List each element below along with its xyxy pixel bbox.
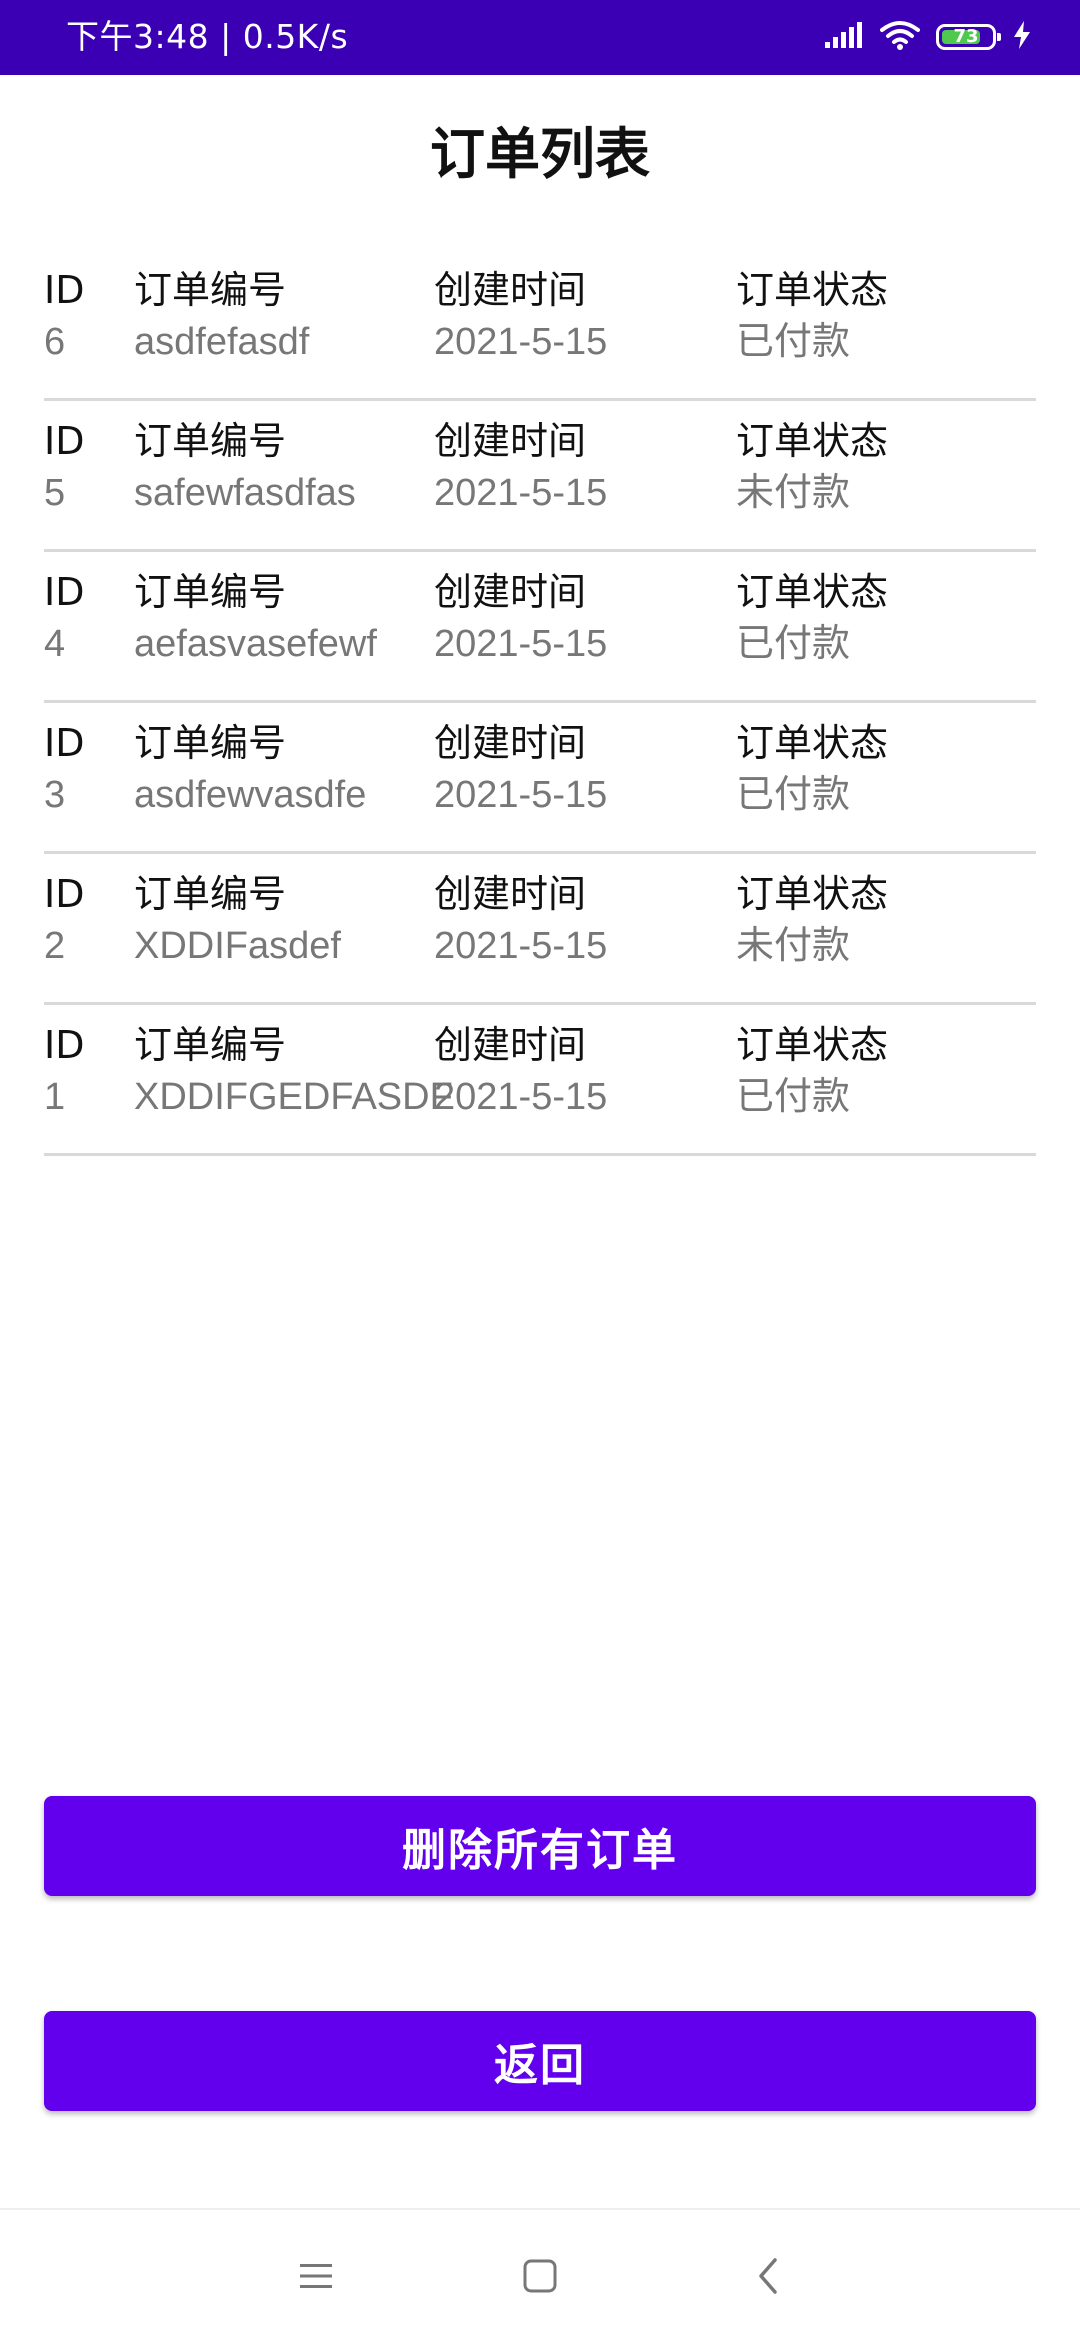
status-label: 订单状态 bbox=[736, 1023, 889, 1067]
battery-icon: 73 bbox=[936, 24, 1001, 50]
id-label: ID bbox=[44, 721, 85, 765]
order-no-cell: 订单编号 safewfasdfas bbox=[134, 415, 356, 519]
created-time-value: 2021-5-15 bbox=[434, 774, 608, 816]
id-label: ID bbox=[44, 268, 85, 312]
charging-icon bbox=[1012, 20, 1032, 54]
id-cell: ID 5 bbox=[44, 415, 84, 519]
created-time-label: 创建时间 bbox=[434, 721, 587, 765]
status-value: 未付款 bbox=[736, 925, 851, 967]
status-cell: 订单状态 未付款 bbox=[736, 415, 888, 519]
id-label: ID bbox=[44, 419, 85, 463]
created-time-value: 2021-5-15 bbox=[434, 321, 608, 363]
status-time-speed: 下午3:48 | 0.5K/s bbox=[66, 17, 349, 56]
status-icons: 73 bbox=[824, 14, 1032, 60]
created-time-value: 2021-5-15 bbox=[434, 472, 608, 514]
created-time-value: 2021-5-15 bbox=[434, 623, 608, 665]
created-time-cell: 创建时间 2021-5-15 bbox=[434, 264, 607, 368]
order-row-2[interactable]: ID 2 订单编号 XDDIFasdef 创建时间 2021-5-15 订单状态… bbox=[44, 856, 1036, 1005]
created-time-cell: 创建时间 2021-5-15 bbox=[434, 717, 607, 821]
status-bar: 下午3:48 | 0.5K/s 73 bbox=[0, 0, 1080, 75]
created-time-cell: 创建时间 2021-5-15 bbox=[434, 566, 607, 670]
status-value: 已付款 bbox=[736, 774, 851, 816]
navigation-bar bbox=[0, 2208, 1080, 2340]
home-icon[interactable] bbox=[510, 2246, 570, 2306]
order-no-label: 订单编号 bbox=[134, 419, 287, 463]
id-cell: ID 2 bbox=[44, 868, 84, 972]
id-value: 6 bbox=[44, 321, 66, 363]
back-button[interactable]: 返回 bbox=[44, 2011, 1036, 2111]
order-no-value: safewfasdfas bbox=[134, 472, 356, 514]
created-time-label: 创建时间 bbox=[434, 570, 587, 614]
signal-icon bbox=[824, 21, 864, 53]
id-value: 5 bbox=[44, 472, 66, 514]
order-no-value: asdfefasdf bbox=[134, 321, 310, 363]
menu-icon[interactable] bbox=[286, 2246, 346, 2306]
created-time-label: 创建时间 bbox=[434, 268, 587, 312]
status-value: 已付款 bbox=[736, 321, 851, 363]
status-cell: 订单状态 已付款 bbox=[736, 717, 888, 821]
status-value: 已付款 bbox=[736, 1076, 851, 1118]
order-no-cell: 订单编号 XDDIFasdef bbox=[134, 868, 341, 972]
order-row-1[interactable]: ID 1 订单编号 XDDIFGEDFASDF 创建时间 2021-5-15 订… bbox=[44, 1007, 1036, 1156]
id-value: 3 bbox=[44, 774, 66, 816]
order-no-label: 订单编号 bbox=[134, 721, 287, 765]
order-no-label: 订单编号 bbox=[134, 1023, 287, 1067]
wifi-icon bbox=[880, 20, 920, 54]
id-label: ID bbox=[44, 1023, 85, 1067]
id-cell: ID 6 bbox=[44, 264, 84, 368]
id-cell: ID 4 bbox=[44, 566, 84, 670]
status-cell: 订单状态 已付款 bbox=[736, 1019, 888, 1123]
status-value: 未付款 bbox=[736, 472, 851, 514]
order-row-6[interactable]: ID 6 订单编号 asdfefasdf 创建时间 2021-5-15 订单状态… bbox=[44, 252, 1036, 401]
created-time-value: 2021-5-15 bbox=[434, 925, 608, 967]
order-no-value: aefasvasefewf bbox=[134, 623, 377, 665]
page-title: 订单列表 bbox=[429, 122, 650, 186]
created-time-label: 创建时间 bbox=[434, 419, 587, 463]
status-value: 已付款 bbox=[736, 623, 851, 665]
battery-level: 73 bbox=[953, 26, 979, 47]
order-no-value: asdfewvasdfe bbox=[134, 774, 367, 816]
id-value: 2 bbox=[44, 925, 66, 967]
status-cell: 订单状态 未付款 bbox=[736, 868, 888, 972]
order-row-4[interactable]: ID 4 订单编号 aefasvasefewf 创建时间 2021-5-15 订… bbox=[44, 554, 1036, 703]
order-no-cell: 订单编号 XDDIFGEDFASDF bbox=[134, 1019, 453, 1123]
order-no-cell: 订单编号 asdfefasdf bbox=[134, 264, 309, 368]
status-label: 订单状态 bbox=[736, 268, 889, 312]
created-time-label: 创建时间 bbox=[434, 872, 587, 916]
order-no-label: 订单编号 bbox=[134, 570, 287, 614]
status-label: 订单状态 bbox=[736, 419, 889, 463]
status-cell: 订单状态 已付款 bbox=[736, 566, 888, 670]
order-no-cell: 订单编号 aefasvasefewf bbox=[134, 566, 377, 670]
delete-all-orders-button[interactable]: 删除所有订单 bbox=[44, 1796, 1036, 1896]
id-label: ID bbox=[44, 872, 85, 916]
back-icon[interactable] bbox=[738, 2246, 798, 2306]
status-label: 订单状态 bbox=[736, 872, 889, 916]
created-time-value: 2021-5-15 bbox=[434, 1076, 608, 1118]
status-label: 订单状态 bbox=[736, 570, 889, 614]
order-no-value: XDDIFGEDFASDF bbox=[134, 1076, 453, 1118]
created-time-cell: 创建时间 2021-5-15 bbox=[434, 1019, 607, 1123]
order-row-3[interactable]: ID 3 订单编号 asdfewvasdfe 创建时间 2021-5-15 订单… bbox=[44, 705, 1036, 854]
created-time-cell: 创建时间 2021-5-15 bbox=[434, 415, 607, 519]
order-list: ID 6 订单编号 asdfefasdf 创建时间 2021-5-15 订单状态… bbox=[44, 252, 1036, 1158]
created-time-cell: 创建时间 2021-5-15 bbox=[434, 868, 607, 972]
id-label: ID bbox=[44, 570, 85, 614]
status-label: 订单状态 bbox=[736, 721, 889, 765]
order-no-label: 订单编号 bbox=[134, 872, 287, 916]
status-cell: 订单状态 已付款 bbox=[736, 264, 888, 368]
order-no-cell: 订单编号 asdfewvasdfe bbox=[134, 717, 366, 821]
id-value: 1 bbox=[44, 1076, 66, 1118]
id-cell: ID 1 bbox=[44, 1019, 84, 1123]
id-value: 4 bbox=[44, 623, 66, 665]
created-time-label: 创建时间 bbox=[434, 1023, 587, 1067]
order-no-value: XDDIFasdef bbox=[134, 925, 341, 967]
id-cell: ID 3 bbox=[44, 717, 84, 821]
order-row-5[interactable]: ID 5 订单编号 safewfasdfas 创建时间 2021-5-15 订单… bbox=[44, 403, 1036, 552]
order-no-label: 订单编号 bbox=[134, 268, 287, 312]
screen: 下午3:48 | 0.5K/s 73 订单列表 ID 6 订单编号 asdfef… bbox=[0, 0, 1080, 2340]
